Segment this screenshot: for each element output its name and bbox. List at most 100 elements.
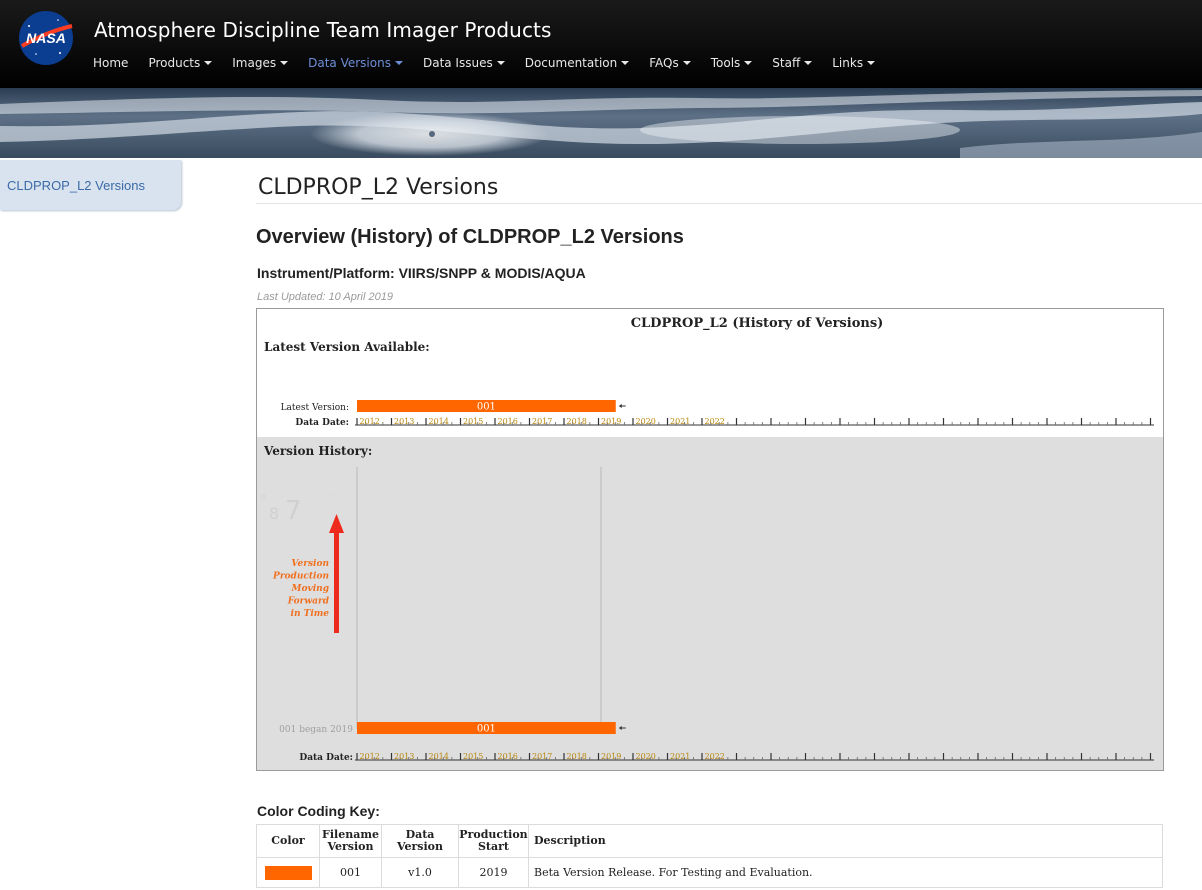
color-key-table: Color Filename Version Data Version Produc… — [256, 824, 1163, 888]
axis-year-label: 2016 — [498, 417, 518, 426]
axis-year-label: 2014 — [429, 752, 449, 761]
data-version-cell: v1.0 — [381, 857, 459, 888]
production-start-cell: 2019 — [458, 857, 529, 888]
svg-text:: ·: : · — [327, 492, 335, 501]
nav-label: Products — [148, 56, 201, 70]
svg-text:NASA: NASA — [26, 30, 66, 46]
axis-year-label: 2015 — [463, 417, 483, 426]
table-row: 001 v1.0 2019 Beta Version Release. For … — [256, 857, 1163, 888]
nav-label: FAQs — [649, 56, 679, 70]
axis-year-label: 2016 — [498, 752, 518, 761]
latest-version-heading: Latest Version Available: — [264, 340, 430, 354]
nav-tools[interactable]: Tools — [711, 56, 753, 70]
nav-label: Staff — [772, 56, 801, 70]
caret-down-icon — [621, 60, 630, 65]
axis-year-label: 2022 — [705, 417, 725, 426]
nav-label: Documentation — [524, 56, 618, 70]
site-title[interactable]: Atmosphere Discipline Team Imager Produc… — [94, 18, 552, 42]
axis-year-label: 2012 — [360, 417, 380, 426]
version-bar-label: 001 — [477, 724, 496, 735]
nav-staff[interactable]: Staff — [772, 56, 813, 70]
ongoing-arrowhead-icon — [618, 404, 622, 408]
description-cell: Beta Version Release. For Testing and Ev… — [528, 857, 1163, 888]
title-divider — [256, 203, 1202, 204]
nav-label: Data Versions — [308, 56, 391, 70]
svg-text:8: 8 — [269, 504, 279, 523]
col-filename-version: Filename Version — [319, 824, 382, 858]
caret-down-icon — [867, 60, 876, 65]
arrow-caption-line: Moving — [291, 584, 329, 594]
nasa-logo[interactable]: NASA — [16, 8, 76, 68]
axis-year-label: 2022 — [705, 752, 725, 761]
axis-year-label: 2021 — [670, 417, 690, 426]
nav-data-issues[interactable]: Data Issues — [423, 56, 505, 70]
svg-text:7: 7 — [285, 496, 302, 526]
nav-home[interactable]: Home — [93, 56, 128, 70]
site-header: NASA Atmosphere Discipline Team Imager P… — [0, 0, 1202, 88]
nav-label: Links — [832, 56, 864, 70]
axis-year-label: 2014 — [429, 417, 449, 426]
nav-label: Tools — [710, 56, 741, 70]
overview-heading: Overview (History) of CLDPROP_L2 Version… — [256, 226, 684, 248]
nav-links[interactable]: Links — [832, 56, 876, 70]
version-history-heading: Version History: — [263, 444, 372, 458]
color-swatch — [264, 865, 312, 880]
axis-year-label: 2017 — [532, 752, 552, 761]
instrument-platform: Instrument/Platform: VIIRS/SNPP & MODIS/… — [257, 265, 586, 281]
axis-year-label: 2020 — [636, 752, 656, 761]
axis-year-label: 2013 — [394, 752, 414, 761]
axis-year-label: 2019 — [601, 417, 621, 426]
version-bar-label: 001 — [477, 402, 496, 413]
color-swatch-cell — [256, 857, 320, 888]
table-header-row: Color Filename Version Data Version Produc… — [256, 824, 1163, 858]
nav-images[interactable]: Images — [232, 56, 289, 70]
latest-version-label: Latest Version: — [281, 403, 349, 413]
nav-label: Images — [232, 56, 277, 70]
nav-data-versions[interactable]: Data Versions — [308, 56, 403, 70]
caret-down-icon — [394, 60, 403, 65]
col-data-version: Data Version — [381, 824, 459, 858]
nav-label: Data Issues — [422, 56, 493, 70]
nav-products[interactable]: Products — [148, 56, 213, 70]
nav-documentation[interactable]: Documentation — [525, 56, 630, 70]
caret-down-icon — [496, 60, 505, 65]
caret-down-icon — [744, 60, 753, 65]
arrow-caption-line: Forward — [287, 597, 330, 607]
axis-year-label: 2013 — [394, 417, 414, 426]
axis-year-label: 2018 — [567, 417, 587, 426]
svg-text:o: o — [261, 492, 266, 501]
banner-image — [0, 88, 1202, 158]
color-key-heading: Color Coding Key: — [257, 803, 380, 819]
caret-down-icon — [804, 60, 813, 65]
page-title: CLDPROP_L2 Versions — [258, 175, 499, 200]
last-updated: Last Updated: 10 April 2019 — [257, 291, 393, 303]
axis-year-label: 2018 — [567, 752, 587, 761]
axis-year-label: 2020 — [636, 417, 656, 426]
version-history-chart: CLDPROP_L2 (History of Versions) Latest … — [256, 308, 1164, 771]
arrow-caption-line: in Time — [291, 609, 330, 619]
history-row-label: 001 began 2019 — [279, 725, 353, 735]
nav-label: Home — [93, 56, 129, 70]
nav-faqs[interactable]: FAQs — [649, 56, 691, 70]
arrow-caption-line: Production — [272, 572, 329, 582]
col-description: Description — [528, 824, 1163, 858]
axis-year-label: 2019 — [601, 752, 621, 761]
caret-down-icon — [682, 60, 691, 65]
axis-year-label: 2017 — [532, 417, 552, 426]
main-nav: Home Products Images Data Versions Data Issu… — [93, 53, 895, 73]
data-date-label-bottom: Data Date: — [299, 753, 353, 763]
axis-year-label: 2021 — [670, 752, 690, 761]
col-production-start: Production Start — [458, 824, 529, 858]
timeline-title: CLDPROP_L2 (History of Versions) — [631, 316, 884, 331]
sidebar-item-cldprop-l2-versions[interactable]: CLDPROP_L2 Versions — [0, 160, 181, 210]
caret-down-icon — [204, 60, 213, 65]
axis-year-label: 2015 — [463, 752, 483, 761]
arrow-caption-line: Version — [291, 559, 329, 569]
caret-down-icon — [280, 60, 289, 65]
timeline-svg: CLDPROP_L2 (History of Versions) Latest … — [257, 316, 1163, 770]
data-date-label: Data Date: — [295, 418, 349, 428]
axis-year-label: 2012 — [360, 752, 380, 761]
col-color: Color — [256, 824, 320, 858]
filename-version-cell: 001 — [319, 857, 382, 888]
history-section-bg — [257, 437, 1163, 770]
